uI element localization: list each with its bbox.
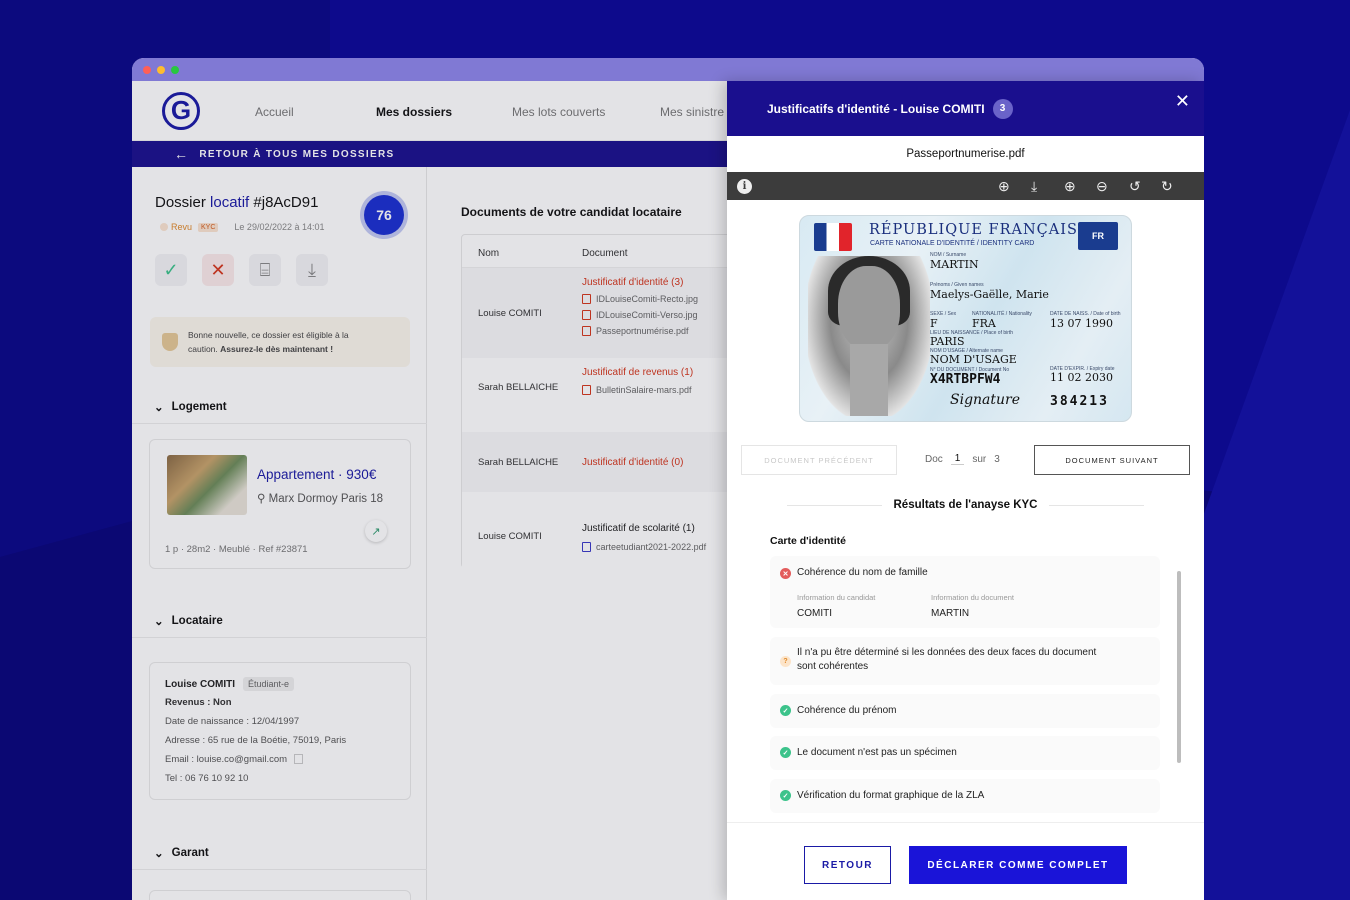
download-icon[interactable]: ⤓ (1031, 178, 1037, 195)
kyc-check-item: ✓ Cohérence du prénom (770, 694, 1160, 728)
document-review-panel: Justificatifs d'identité - Louise COMITI… (727, 81, 1204, 900)
zoom-out-icon[interactable]: ⊖ (1096, 178, 1108, 195)
browser-window: G Accueil Mes dossiers Mes lots couverts… (132, 58, 1204, 900)
card-lieu: PARIS (930, 335, 965, 348)
kyc-check-item: ✓ Le document n'est pas un spécimen (770, 736, 1160, 770)
panel-footer: RETOUR DÉCLARER COMME COMPLET (727, 822, 1204, 900)
document-pager: DOCUMENT PRÉCÉDENT Doc 1 sur 3 DOCUMENT … (727, 440, 1204, 490)
declare-complete-button[interactable]: DÉCLARER COMME COMPLET (909, 846, 1127, 884)
card-signature: Signature (950, 392, 1021, 408)
card-code: 384213 (1050, 394, 1109, 409)
check-icon: ✓ (780, 790, 791, 801)
warning-icon: ? (780, 656, 791, 667)
info-icon[interactable]: i (737, 178, 752, 194)
card-nationalite: FRA (972, 317, 996, 330)
total-documents: 3 (994, 453, 1000, 465)
check-text: Cohérence du nom de famille (797, 567, 928, 578)
zoom-in-icon[interactable]: ⊕ (1064, 178, 1076, 195)
check-text: Il n'a pu être déterminé si les données … (797, 647, 1097, 672)
current-filename: Passeportnumerise.pdf (906, 148, 1025, 160)
previous-document-button[interactable]: DOCUMENT PRÉCÉDENT (741, 445, 897, 475)
window-titlebar (132, 58, 1204, 81)
kyc-section-carte-identite: Carte d'identité (770, 535, 847, 547)
kyc-check-item: ✕ Cohérence du nom de famille Informatio… (770, 556, 1160, 628)
photo-face (838, 266, 900, 350)
card-prenoms: Maelys-Gaëlle, Marie (930, 288, 1049, 301)
candidate-info-value: COMITI (797, 608, 832, 619)
card-subtitle: CARTE NATIONALE D'IDENTITÉ / IDENTITY CA… (870, 240, 1035, 247)
document-count-badge: 3 (992, 98, 1013, 119)
check-text: Vérification du format graphique de la Z… (797, 790, 985, 801)
zoom-fit-icon[interactable]: ⊕ (998, 178, 1010, 195)
eu-flag: FR (1078, 222, 1118, 250)
minimize-window-dot[interactable] (157, 65, 165, 74)
card-usage: NOM D'USAGE (930, 353, 1017, 366)
photo-neck (850, 344, 888, 416)
maximize-window-dot[interactable] (171, 65, 179, 74)
modal-backdrop[interactable] (132, 81, 727, 900)
card-nom: MARTIN (930, 258, 979, 271)
pager-sur-label: sur (972, 453, 987, 465)
panel-header: Justificatifs d'identité - Louise COMITI… (727, 81, 1204, 136)
document-viewer: RÉPUBLIQUE FRANÇAISE CARTE NATIONALE D'I… (727, 200, 1204, 440)
check-icon: ✓ (780, 705, 791, 716)
pager-doc-label: Doc (925, 453, 943, 465)
page-indicator: Doc 1 sur 3 (925, 453, 1000, 465)
card-country: RÉPUBLIQUE FRANÇAISE (869, 222, 1090, 238)
close-window-dot[interactable] (143, 65, 151, 74)
error-icon: ✕ (780, 568, 791, 579)
check-text: Cohérence du prénom (797, 705, 897, 716)
retour-button[interactable]: RETOUR (804, 846, 891, 884)
rotate-right-icon[interactable]: ↻ (1161, 178, 1173, 195)
card-expiration: 11 02 2030 (1050, 371, 1113, 384)
id-card-preview: RÉPUBLIQUE FRANÇAISE CARTE NATIONALE D'I… (799, 215, 1132, 422)
current-document-input[interactable]: 1 (950, 453, 965, 465)
card-numero: X4RTBPFW4 (930, 372, 1001, 387)
next-document-button[interactable]: DOCUMENT SUIVANT (1034, 445, 1190, 475)
card-naissance: 13 07 1990 (1050, 317, 1113, 330)
candidate-info-label: Information du candidat (797, 593, 876, 602)
pdf-viewer-toolbar: i ⊕ ⤓ ⊕ ⊖ ↺ ↻ (727, 172, 1204, 200)
card-sexe: F (930, 317, 938, 330)
kyc-check-item: ? Il n'a pu être déterminé si les donnée… (770, 637, 1160, 685)
rotate-left-icon[interactable]: ↺ (1129, 178, 1141, 195)
check-icon: ✓ (780, 747, 791, 758)
document-info-label: Information du document (931, 593, 1014, 602)
document-info-value: MARTIN (931, 608, 970, 619)
card-holder-photo (808, 256, 930, 416)
panel-title: Justificatifs d'identité - Louise COMITI (767, 101, 985, 116)
check-text: Le document n'est pas un spécimen (797, 747, 957, 758)
close-icon[interactable]: ✕ (1175, 91, 1190, 112)
french-marianne-logo (814, 223, 852, 251)
kyc-check-item: ✓ Vérification du format graphique de la… (770, 779, 1160, 813)
kyc-results-scrollbar[interactable] (1177, 571, 1181, 763)
kyc-results-heading: Résultats de l'anayse KYC (727, 490, 1204, 520)
